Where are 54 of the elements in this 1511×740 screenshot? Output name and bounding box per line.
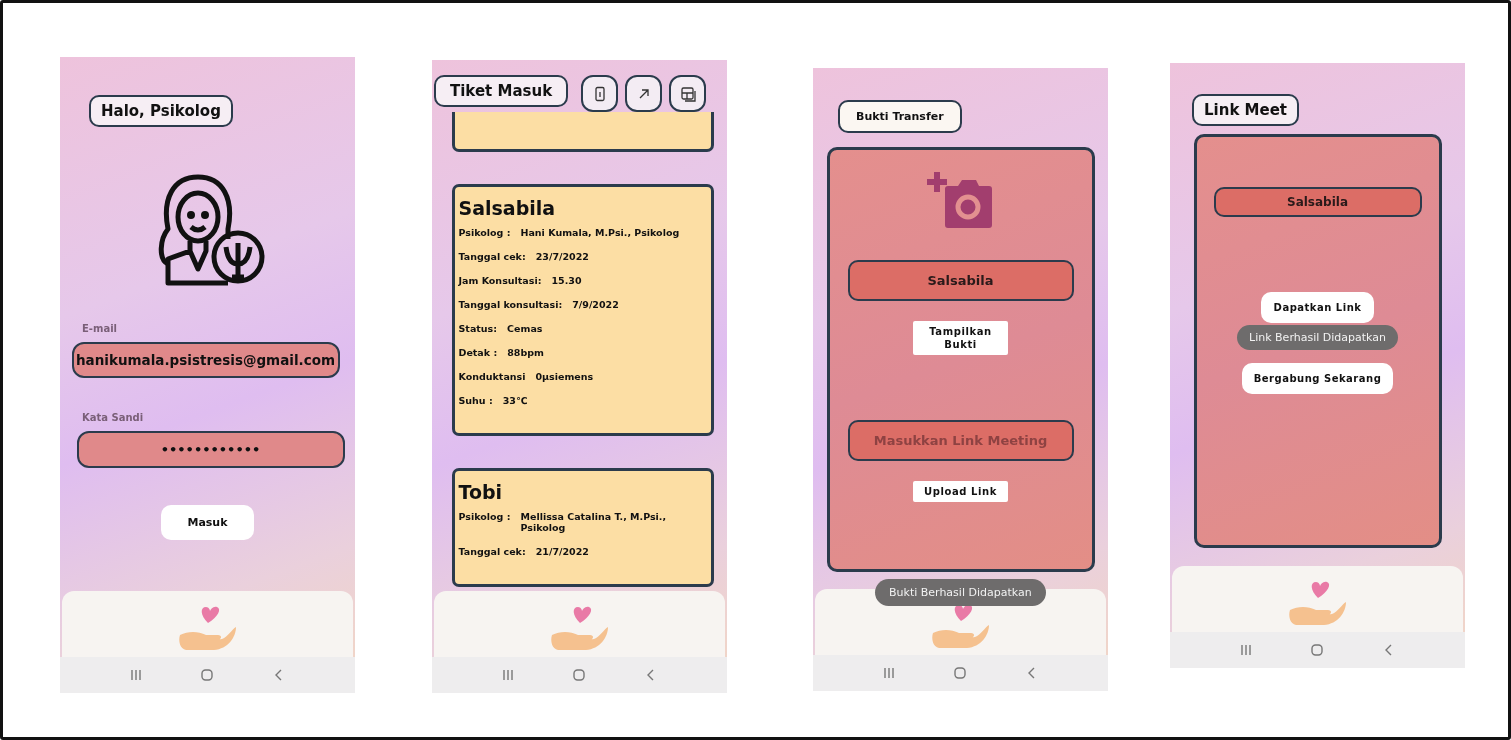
ticket-label: Tanggal konsultasi:	[458, 299, 563, 310]
link-input[interactable]: Masukkan Link Meeting	[847, 420, 1074, 461]
input-field[interactable]: ••••••••••••	[76, 431, 345, 468]
layout-button[interactable]	[669, 75, 707, 112]
ticket-label: Jam Konsultasi:	[458, 275, 542, 286]
recent-apps-icon[interactable]	[128, 668, 143, 682]
ticket-value: 15.30	[551, 275, 582, 286]
ticket-value: Cemas	[507, 323, 543, 334]
ticket-label: Tanggal cek:	[458, 251, 526, 262]
screen-title: Bukti Transfer	[838, 100, 962, 133]
name-field: Salsabila	[847, 260, 1074, 301]
ticket-value: Mellissa Catalina T., M.Psi., Psikolog	[520, 511, 668, 533]
name-field: Salsabila	[1213, 187, 1422, 217]
ticket-label: Konduktansi	[458, 371, 526, 382]
input-field[interactable]: hanikumala.psistresis@gmail.com	[71, 342, 340, 378]
toast-message: Link Berhasil Didapatkan	[1237, 325, 1398, 350]
get-link-button[interactable]: Dapatkan Link	[1260, 292, 1375, 323]
field-label: E-mail	[82, 323, 117, 334]
upload-link-button[interactable]: Upload Link	[913, 481, 1008, 502]
recent-apps-icon[interactable]	[1238, 643, 1253, 657]
ticket-label: Psikolog :	[458, 511, 511, 524]
home-icon[interactable]	[953, 666, 968, 680]
ticket-value: 21/7/2022	[535, 546, 589, 557]
join-button[interactable]: Bergabung Sekarang	[1241, 363, 1394, 394]
patient-name: Tobi	[458, 481, 504, 503]
layout-icon	[679, 85, 696, 102]
screen-title: Halo, Psikolog	[89, 95, 233, 127]
ticket-value: 88bpm	[507, 347, 544, 358]
field-label: Kata Sandi	[82, 412, 144, 423]
ticket-label: Psikolog :	[458, 227, 511, 238]
home-icon[interactable]	[200, 668, 215, 682]
ticket-label: Tanggal cek:	[458, 546, 526, 557]
ticket-value: Hani Kumala, M.Psi., Psikolog	[520, 227, 680, 238]
login-button[interactable]: Masuk	[161, 505, 254, 540]
phone-button[interactable]	[581, 75, 619, 112]
screen-title: Link Meet	[1192, 94, 1300, 126]
ticket-value: 7/9/2022	[572, 299, 619, 310]
ticket-label: Suhu :	[458, 395, 493, 406]
show-proof-button[interactable]: Tampilkan Bukti	[913, 321, 1008, 355]
home-icon[interactable]	[1310, 643, 1325, 657]
ticket-label: Status:	[458, 323, 498, 334]
toast-message: Bukti Berhasil Didapatkan	[875, 579, 1046, 606]
screen-title: Tiket Masuk	[434, 75, 569, 107]
recent-apps-icon[interactable]	[881, 666, 896, 680]
ticket-card[interactable]: Tobi Psikolog : Mellissa Catalina T., M.Psi., Psikolog Tanggal cek: 21/7/2022	[451, 468, 714, 587]
ticket-value: 33℃	[502, 395, 528, 406]
share-button[interactable]	[625, 75, 663, 112]
patient-name: Salsabila	[458, 197, 557, 219]
ticket-value: 0μsiemens	[535, 371, 594, 382]
recent-apps-icon[interactable]	[500, 668, 515, 682]
ticket-card[interactable]: Salsabila Psikolog : Hani Kumala, M.Psi., Psikolog Tanggal cek: 23/7/2022 Jam Konsultasi: 15.30 Tanggal konsultasi: 7/9/2022 Status: Cemas Detak : 88bpm Konduktansi 0μsiemens Suhu : 33℃	[451, 184, 714, 436]
ticket-label: Detak :	[458, 347, 498, 358]
ticket-value: 23/7/2022	[535, 251, 589, 262]
home-icon[interactable]	[572, 668, 587, 682]
